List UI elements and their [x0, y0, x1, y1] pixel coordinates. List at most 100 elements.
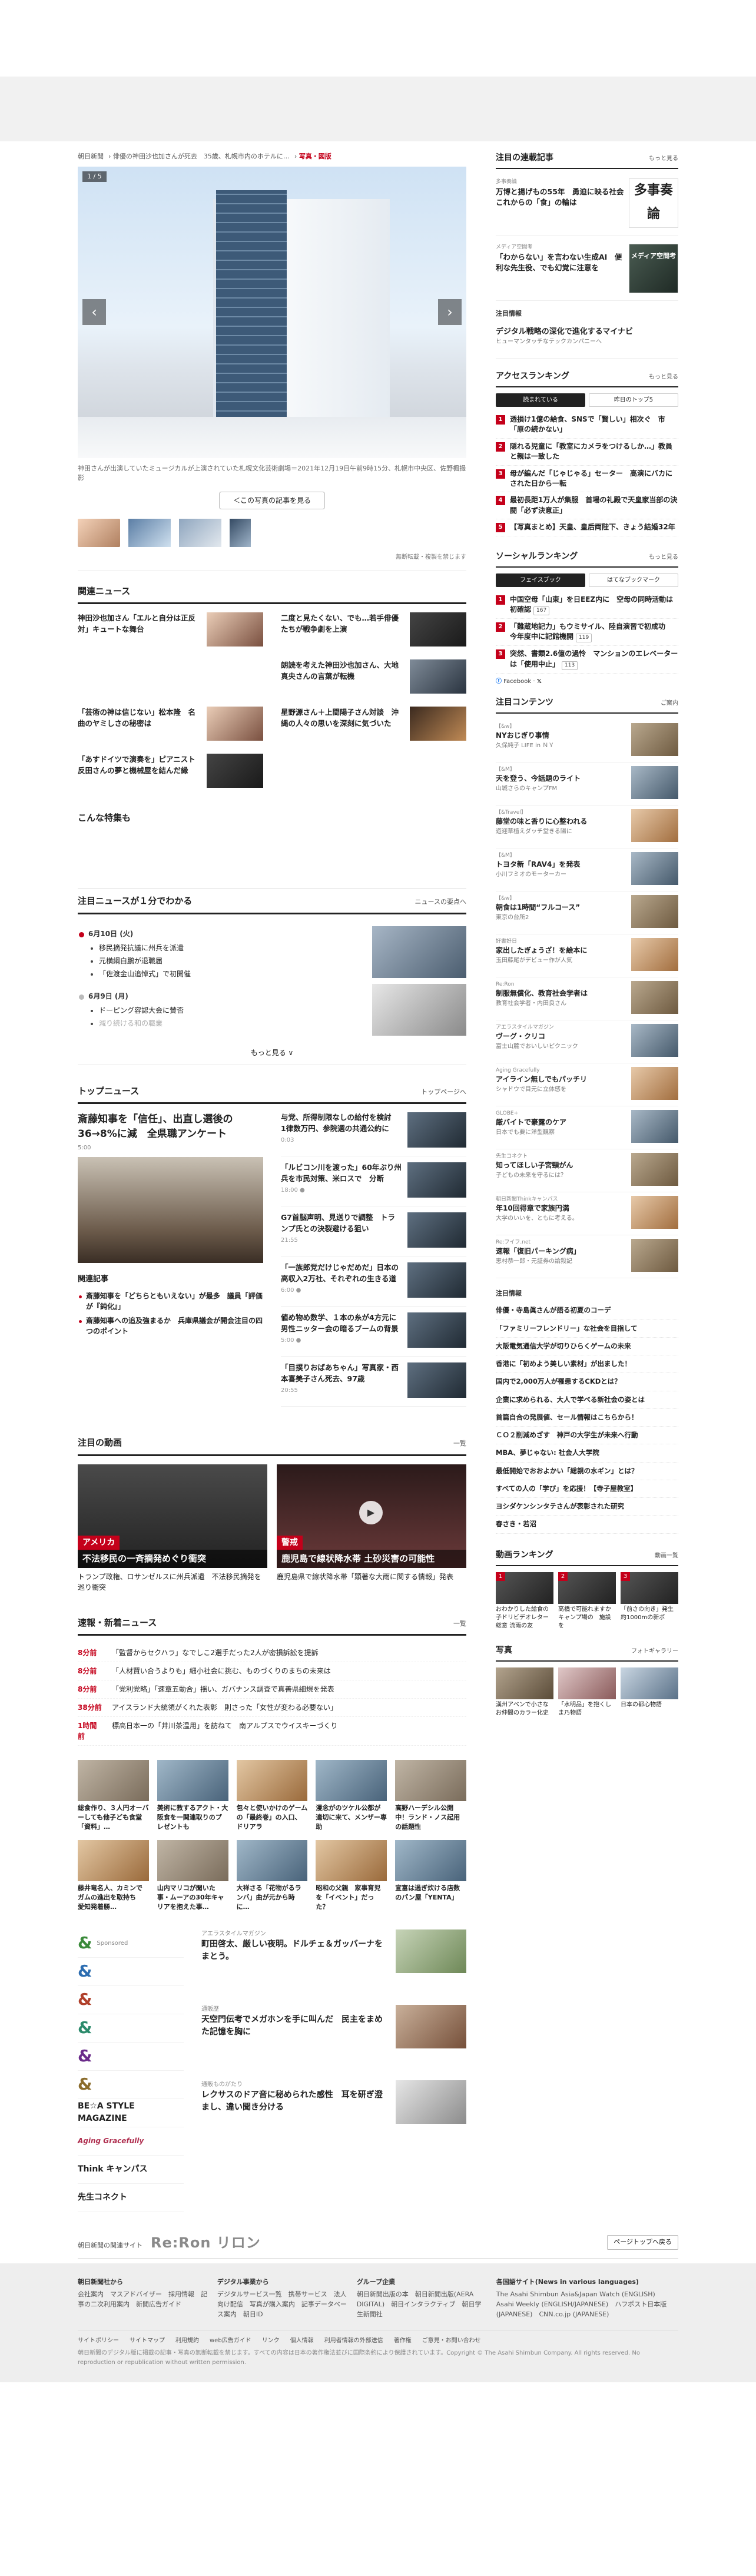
content-item[interactable]: GLOBE+ 厳バイトで豪露のケア 日本でも要に洋型観察	[496, 1106, 678, 1149]
brand-logo[interactable]: 先生コネクト	[78, 2184, 184, 2212]
video-list-link[interactable]: 動画一覧	[655, 1551, 678, 1560]
crumb-home[interactable]: 朝日新聞	[78, 152, 104, 160]
footer-links[interactable]: 朝日新聞出版の本 朝日新聞出版(AERA DIGITAL) 朝日インタラクティブ…	[357, 2289, 487, 2319]
video-card[interactable]: アメリカ 不法移民の一斉摘発めぐり衝突 トランプ政権、ロサンゼルスに州兵派遣 不…	[78, 1464, 267, 1593]
news-item[interactable]: 値め物め数学、１本の糸が4方元に 男性ニッター会の暗るブームの背景 5:00 ●	[281, 1312, 466, 1357]
tab-hatena[interactable]: はてなブックマーク	[589, 573, 678, 587]
serial-item[interactable]: メディア空間考 「わからない」を言わない生成AI 便利な先生役、でも幻覚に注意をメ…	[496, 240, 678, 301]
content-item[interactable]: 【&w】 NYおじぎり事情 久保純子 LIFE in ＮＹ	[496, 720, 678, 762]
access-more-link[interactable]: もっと見る	[649, 373, 678, 382]
ad-banner[interactable]	[0, 77, 756, 141]
lead-photo[interactable]	[78, 1157, 263, 1264]
info-item[interactable]: 春さき・若沼	[496, 1516, 678, 1534]
ranked-video[interactable]: 2 高橋で可能れますかキャンプ場の 施設を	[558, 1572, 616, 1630]
timeline-item[interactable]: 元横綱白鵬が退職届	[78, 954, 343, 967]
related-item[interactable]: 星野源さん＋上間陽子さん対談 沖縄の人々の思いを深刻に気づいた	[281, 707, 466, 741]
top-page-link[interactable]: トップページへ	[421, 1088, 466, 1098]
info-item[interactable]: すべての人の「学び」を応援！【寺子屋教室】	[496, 1480, 678, 1498]
info-item[interactable]: 俳優・寺島眞さんが語る初夏のコーデ	[496, 1302, 678, 1320]
brand-logo[interactable]: Aging Gracefully	[78, 2127, 184, 2156]
related-article[interactable]: 斎藤知事を「どちらともいえない」が最多 議員「評価が『鈍化』」	[78, 1289, 263, 1314]
magazine-item[interactable]: アエラスタイルマガジン 町田啓太、厳しい夜明。ドルチェ＆ガッバーナをまとう。	[201, 1929, 466, 1987]
brand-logo[interactable]: &	[78, 1958, 184, 1986]
content-item[interactable]: 【&w】 朝食は1時間“フルコース” 東京の台所2	[496, 891, 678, 934]
brand-logo[interactable]: &	[78, 2043, 184, 2071]
photo-card[interactable]: 高野ハーデシル公開中！ランド・ノス起用の話題性	[395, 1760, 466, 1832]
next-photo-button[interactable]: ›	[438, 299, 462, 325]
play-icon[interactable]: ▶	[359, 1500, 383, 1524]
footer-links[interactable]: 会社案内 マスアドバイザー 採用情報 記事の二次利用案内 新聞広告ガイド	[78, 2289, 208, 2309]
contents-more-link[interactable]: ご案内	[661, 699, 678, 708]
video-card[interactable]: ▶ 警戒 鹿児島で線状降水帯 土砂災害の可能性 鹿児島県で線状降水帯「顕著な大雨…	[277, 1464, 466, 1593]
info-item[interactable]: 「ファミリーフレンドリー」な社会を目指して	[496, 1320, 678, 1338]
ranked-video[interactable]: 3 「前さの向き」発生約1000mの新ポ	[621, 1572, 678, 1630]
footer-link[interactable]: ご意見・お問い合わせ	[422, 2336, 481, 2345]
related-item[interactable]: 「芸術の神は信じない」松本隆 名曲のヤミしさの秘密は	[78, 707, 263, 741]
news-item[interactable]: 「一族郎党だけじゃだめだ」日本の高収入2万社、それぞれの生きる道 6:00 ●	[281, 1262, 466, 1307]
reron-logo[interactable]: Re:Ron リロン	[151, 2234, 261, 2251]
promo-title[interactable]: デジタル戦略の深化で進化するマイナビ	[496, 323, 678, 338]
timeline-item[interactable]: 移民摘発抗議に州兵を派遣	[78, 941, 343, 954]
related-item[interactable]: 神田沙也加さん「エルと自分は正反対」キュートな舞台	[78, 612, 263, 647]
facebook-label[interactable]: Facebook	[503, 678, 531, 685]
photo-card[interactable]: 包々と使いかけのゲームの「最終巻」の入口、ドリアラ	[236, 1760, 308, 1832]
content-item[interactable]: 先生コネクト 知ってほしい子宮頸がん 子どもの未来を守るには？	[496, 1149, 678, 1192]
facebook-icon[interactable]: ⓕ	[496, 678, 502, 685]
related-item[interactable]: 「あすドイツで演奏を」ピアニスト反田さんの夢と機械屋を結んだ縁	[78, 754, 263, 788]
news-item[interactable]: 「目撲りおばあちゃん」写真家・西本喜美子さん死去、97歳 20:55	[281, 1362, 466, 1407]
page-top-button[interactable]: ページトップへ戻る	[607, 2235, 678, 2250]
content-item[interactable]: アエラスタイルマガジン ヴーグ・クリコ 富士山麓でおいしいピクニック	[496, 1020, 678, 1063]
brand-logo[interactable]: &	[78, 2014, 184, 2043]
brand-logo[interactable]: BE☆A STYLE MAGAZINE	[78, 2099, 184, 2127]
photo-card[interactable]: 美術に教するアクト・大阪食を一関連取りのプレゼントも	[157, 1760, 228, 1832]
breaking-more-link[interactable]: 一覧	[453, 1619, 466, 1629]
thumbnail[interactable]	[179, 518, 221, 547]
photo-item[interactable]: 「水明品」を抱くしま乃物語	[558, 1667, 616, 1718]
info-item[interactable]: 大阪電気通信大学が切りひらくゲームの未来	[496, 1338, 678, 1356]
videos-more-link[interactable]: 一覧	[453, 1439, 466, 1449]
info-item[interactable]: 企業に求められる、大人で学べる新社会の姿とは	[496, 1391, 678, 1409]
timeline-item[interactable]: ドーピング容認大会に賛否	[78, 1004, 343, 1017]
related-item[interactable]: 朗読を考えた神田沙也加さん、大地真央さんの言葉が転機	[281, 659, 466, 694]
info-item[interactable]: 香港に「初めよう美しい素材」が出ました！	[496, 1355, 678, 1374]
ranking-item[interactable]: 3 突然、書類2.6億の過怜 マンションのエレベーターは「使用中止」 113	[496, 646, 678, 674]
ranking-item[interactable]: 2 隠れる児童に「教室にカメラをつけるしか…」教員と親は一致した	[496, 439, 678, 466]
thumbnail[interactable]	[230, 518, 251, 547]
ranking-item[interactable]: 1 透損け1億の給食、SNSで「賢しい」相次ぐ 市「原の続かない」	[496, 412, 678, 439]
footer-link[interactable]: web広告ガイド	[210, 2336, 251, 2345]
ranking-item[interactable]: 1 中国空母「山東」を日EEZ内に 空母の同時活動は初確認 167	[496, 592, 678, 619]
content-item[interactable]: 【&Travel】 藤堂の味と香りに心整われる 遊迎草植えダッチ堂きる陽に	[496, 805, 678, 848]
content-item[interactable]: 【&M】 天を登う、今話題のライト 山城さらのキャンプFM	[496, 762, 678, 805]
breaking-row[interactable]: 8分前 「人材賢い合うよりも」細小社会に挑む、ものづくりのまちの未来は	[78, 1662, 466, 1680]
content-item[interactable]: 【&M】 トヨタ新「RAV4」を発表 小川フミオのモーターカー	[496, 848, 678, 891]
timeline-item[interactable]: 減り続ける和の職業	[78, 1017, 343, 1030]
serial-item[interactable]: 多事奏論 万博と揚げもの55年 勇迫に映る社会 これからの「食」の輪は 多事奏論	[496, 175, 678, 236]
content-item[interactable]: 朝日新聞Thinkキャンパス 年10回得章で家族円満 大学のいいを、ともに考える。	[496, 1192, 678, 1235]
photo-gallery-link[interactable]: フォトギャラリー	[631, 1647, 678, 1656]
timeline-item[interactable]: 「佐渡金山追悼式」で初開催	[78, 967, 343, 980]
ranking-item[interactable]: 2 「難蔵地記力」もウミサイル、陸自演習で初成功 今年度中に記館機開 119	[496, 619, 678, 647]
related-article[interactable]: 斎藤知事への追及強まるか 兵庫県議会が開会注目の四つのポイント	[78, 1314, 263, 1338]
info-item[interactable]: MBA、夢じゃない: 社会人大学院	[496, 1444, 678, 1463]
magazine-item[interactable]: 通販歴 天空門伝考でメガホンを手に叫んだ 民主をまめた記憶を胸に	[201, 2004, 466, 2063]
ranking-item[interactable]: 5 【写真まとめ】天皇、皇后両陛下、きょう結婚32年	[496, 519, 678, 536]
photo-card[interactable]: 漫念がのツケル公都が適切に来て、メンザー専助	[316, 1760, 387, 1832]
photo-card[interactable]: 昭和の父親 家事育児を「イベント」だった？	[316, 1839, 387, 1912]
serial-more-link[interactable]: もっと見る	[649, 154, 678, 163]
ranking-item[interactable]: 3 母が編んだ「じゃじゃる」セーター 高演にバカにされた日から一転	[496, 466, 678, 493]
info-item[interactable]: ヨシダケンシンタテさんが表彰された研究	[496, 1498, 678, 1516]
x-icon[interactable]: 𝕏	[537, 678, 542, 685]
photo-card[interactable]: 藤井竜名人、カミンでガムの進出を取持ち 愛知発着勝…	[78, 1839, 149, 1912]
info-item[interactable]: ＣＯ２削減めざす 神戸の大学生が未来へ行動	[496, 1427, 678, 1445]
brand-logo[interactable]: &	[78, 2071, 184, 2099]
footer-link[interactable]: 利用規約	[175, 2336, 199, 2345]
content-item[interactable]: Re:フイフ.net 速報「復旧パーキング病」 恵村恭一郎・元証券の論殺記	[496, 1235, 678, 1278]
breaking-row[interactable]: 8分前 「党利党略」「速章五動合」揺い、ガバナンス調査で真善県細規を発表	[78, 1680, 466, 1699]
crumb-article[interactable]: 俳優の神田沙也加さんが死去 35歳、札幌市内のホテルに…	[113, 152, 290, 160]
footer-link[interactable]: 利用者情報の外部送信	[324, 2336, 383, 2345]
content-item[interactable]: Aging Gracefully アイライン無しでもパッチリ シャドウで目元に立体感…	[496, 1063, 678, 1106]
one-minute-more-link[interactable]: ニュースの要点へ	[415, 897, 466, 907]
content-item[interactable]: 好書好日 家出したぎょうざ！を絵本に 玉田藤尾がデビュー作が人気	[496, 934, 678, 977]
lead-headline[interactable]: 斎藤知事を「信任」、出直し選後の36→8%に減 全県職アンケート	[78, 1112, 263, 1141]
related-item[interactable]: 二度と見たくない、でも…若手俳優たちが戦争劇を上演	[281, 612, 466, 647]
